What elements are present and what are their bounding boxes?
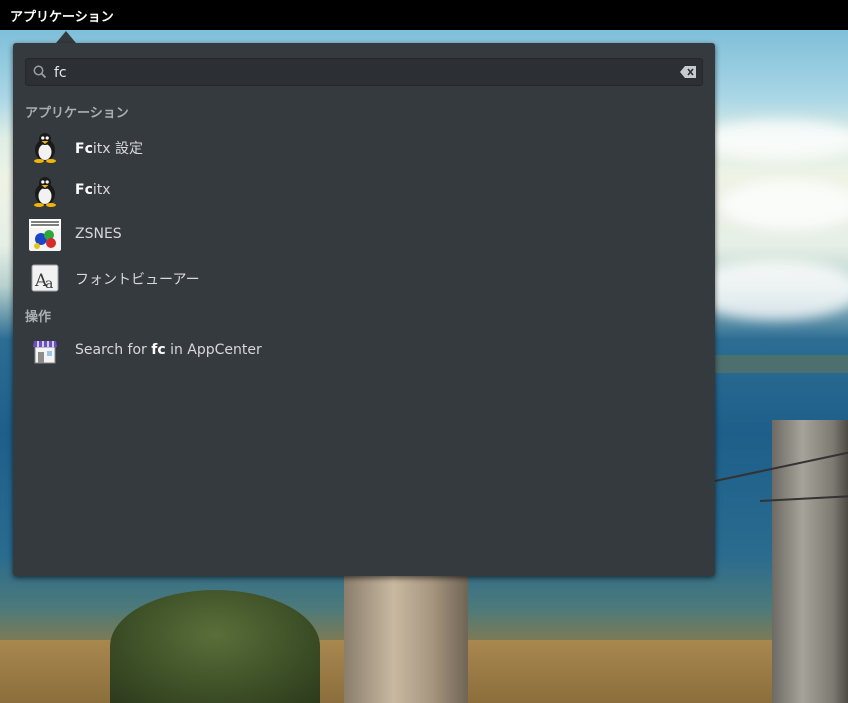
applications-menu-button[interactable]: アプリケーション [10,6,114,25]
zsnes-icon [29,219,61,251]
distant-shoreline [715,355,848,373]
result-item[interactable]: A a フォントビューアー [25,258,703,298]
clear-search-icon[interactable] [680,66,696,78]
font-viewer-icon: A a [31,264,59,292]
fence-post-right [772,420,848,703]
search-appcenter-action[interactable]: Search for fc in AppCenter [25,331,703,371]
result-item[interactable]: Fcitx [25,171,703,211]
top-panel: アプリケーション [0,0,848,30]
result-item[interactable]: ZSNES [25,215,703,255]
popover-arrow [56,31,76,43]
bush [110,590,320,703]
search-box[interactable] [25,58,703,86]
appcenter-icon [33,341,57,364]
result-label: Fcitx 設定 [75,141,143,157]
app-launcher-popover: アプリケーション Fcitx 設定 Fcitx [13,43,715,576]
wooden-post [344,560,468,703]
tux-penguin-icon [34,133,56,163]
result-label: Search for fc in AppCenter [75,342,262,358]
result-item[interactable]: Fcitx 設定 [25,127,703,167]
result-label: フォントビューアー [75,272,200,288]
svg-text:a: a [45,276,53,292]
actions-section-header: 操作 [25,310,52,325]
search-icon [33,65,47,79]
result-label: Fcitx [75,182,111,198]
result-label: ZSNES [75,226,122,242]
tux-penguin-icon [34,177,56,207]
search-input[interactable] [54,63,664,83]
applications-section-header: アプリケーション [25,106,129,121]
